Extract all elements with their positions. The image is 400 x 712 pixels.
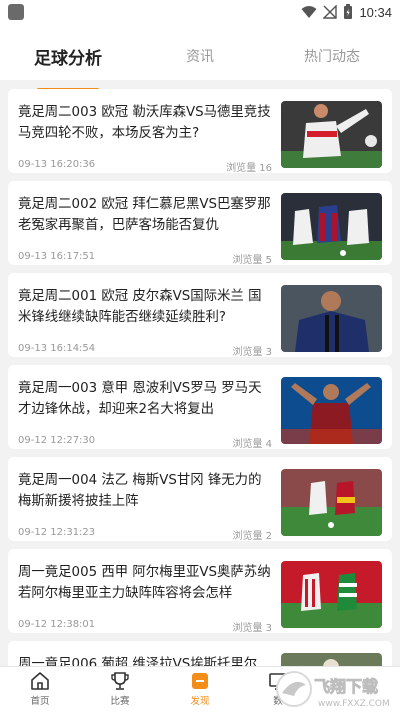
tab-news[interactable]: 资讯 [140, 46, 260, 66]
article-card[interactable]: 周一竟足006 葡超 维泽拉VS埃斯托里尔 维泽 [8, 641, 392, 666]
tab-football-analysis[interactable]: 足球分析 [8, 44, 128, 69]
article-card[interactable]: 竟足周一003 意甲 恩波利VS罗马 罗马天才边锋休战，却迎来2名大将复出 09… [8, 365, 392, 450]
status-bar: 10:34 [0, 0, 400, 24]
article-time: 09-13 16:14:54 [18, 343, 96, 354]
nav-home[interactable]: 首页 [10, 671, 70, 707]
article-views: 浏览量 3 [232, 623, 272, 634]
article-views: 浏览量 5 [232, 255, 272, 266]
no-signal-icon [323, 5, 338, 19]
article-thumbnail [281, 101, 382, 168]
article-time: 09-13 16:20:36 [18, 159, 96, 170]
article-thumbnail [281, 285, 382, 352]
nav-matches-label: 比赛 [110, 696, 130, 707]
status-icons: 10:34 [301, 3, 392, 21]
article-title: 周一竟足005 西甲 阿尔梅里亚VS奥萨苏纳 若阿尔梅里亚主力缺阵阵容将会怎样 [18, 565, 271, 601]
article-card[interactable]: 竟足周二002 欧冠 拜仁慕尼黑VS巴塞罗那 老冤家再聚首，巴萨客场能否复仇 0… [8, 181, 392, 266]
article-list[interactable]: 竟足周二003 欧冠 勒沃库森VS马德里竞技 马竞四轮不败，本场反客为主? 09… [0, 80, 400, 666]
article-thumbnail [281, 561, 382, 628]
article-card[interactable]: 竟足周一004 法乙 梅斯VS甘冈 锋无力的梅斯新援将披挂上阵 09-12 12… [8, 457, 392, 542]
article-time: 09-12 12:31:23 [18, 527, 96, 538]
article-views: 浏览量 16 [226, 163, 272, 174]
nav-matches[interactable]: 比赛 [90, 671, 150, 707]
article-thumbnail [281, 193, 382, 260]
top-tab-bar: 足球分析 资讯 热门动态 [0, 24, 400, 91]
article-views: 浏览量 3 [232, 347, 272, 358]
clock: 10:34 [359, 4, 392, 20]
article-card[interactable]: 周一竟足005 西甲 阿尔梅里亚VS奥萨苏纳 若阿尔梅里亚主力缺阵阵容将会怎样 … [8, 549, 392, 634]
article-title: 竟足周二003 欧冠 勒沃库森VS马德里竞技 马竞四轮不败，本场反客为主? [18, 105, 271, 141]
article-views: 浏览量 4 [232, 439, 272, 450]
article-card[interactable]: 竟足周二003 欧冠 勒沃库森VS马德里竞技 马竞四轮不败，本场反客为主? 09… [8, 89, 392, 174]
svg-text:飞翔下载: 飞翔下载 [314, 677, 378, 696]
svg-text:www.FXXZ.COM: www.FXXZ.COM [318, 699, 390, 709]
discover-icon [192, 673, 208, 689]
article-views: 浏览量 2 [232, 531, 272, 542]
article-time: 09-13 16:17:51 [18, 251, 96, 262]
wifi-icon [301, 6, 317, 18]
article-thumbnail [281, 469, 382, 536]
app-notification-icon [8, 4, 24, 20]
battery-icon [344, 4, 353, 19]
article-title: 竟足周一004 法乙 梅斯VS甘冈 锋无力的梅斯新援将披挂上阵 [18, 473, 262, 509]
tab-hot-topics[interactable]: 热门动态 [272, 46, 392, 66]
article-time: 09-12 12:27:30 [18, 435, 96, 446]
article-time: 09-12 12:38:01 [18, 619, 96, 630]
nav-discover-label: 发现 [190, 696, 210, 707]
article-thumbnail [281, 377, 382, 444]
article-card[interactable]: 竟足周二001 欧冠 皮尔森VS国际米兰 国米锋线继续缺阵能否继续延续胜利? 0… [8, 273, 392, 358]
watermark-logo: 飞翔下载 www.FXXZ.COM [268, 666, 400, 712]
article-title: 竟足周二002 欧冠 拜仁慕尼黑VS巴塞罗那 老冤家再聚首，巴萨客场能否复仇 [18, 197, 271, 233]
article-title: 竟足周二001 欧冠 皮尔森VS国际米兰 国米锋线继续缺阵能否继续延续胜利? [18, 289, 262, 325]
article-title: 周一竟足006 葡超 维泽拉VS埃斯托里尔 维泽 [18, 657, 258, 666]
nav-home-label: 首页 [30, 696, 50, 707]
trophy-icon [111, 672, 129, 690]
article-title: 竟足周一003 意甲 恩波利VS罗马 罗马天才边锋休战，却迎来2名大将复出 [18, 381, 262, 417]
nav-discover[interactable]: 发现 [170, 671, 230, 707]
home-icon [31, 672, 49, 690]
article-thumbnail [281, 653, 382, 666]
